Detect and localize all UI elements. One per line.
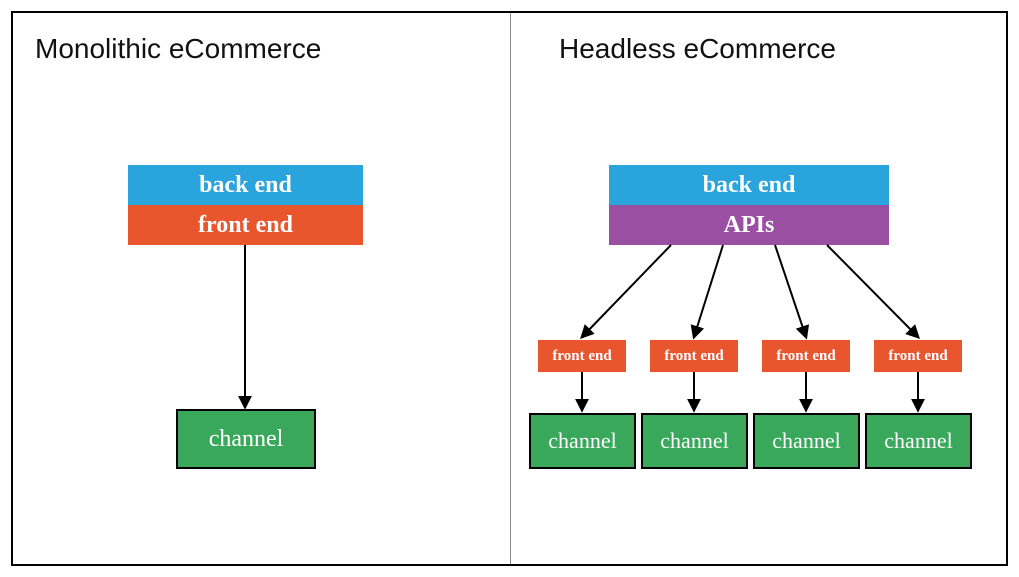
right-apis-box: APIs: [609, 205, 889, 245]
right-frontend-3: front end: [874, 340, 962, 372]
right-api-arrow-1: [694, 245, 723, 337]
right-title: Headless eCommerce: [559, 33, 836, 65]
left-backend-box: back end: [128, 165, 363, 205]
right-frontend-2: front end: [762, 340, 850, 372]
right-api-arrow-3: [827, 245, 918, 337]
left-channel-box: channel: [176, 409, 316, 469]
arrows-layer: [13, 13, 1010, 568]
left-title: Monolithic eCommerce: [35, 33, 321, 65]
right-channel-2: channel: [753, 413, 860, 469]
vertical-divider: [510, 13, 511, 564]
right-channel-0: channel: [529, 413, 636, 469]
right-api-arrow-0: [582, 245, 671, 337]
right-channel-1: channel: [641, 413, 748, 469]
right-backend-box: back end: [609, 165, 889, 205]
right-api-arrow-2: [775, 245, 806, 337]
right-channel-3: channel: [865, 413, 972, 469]
right-frontend-1: front end: [650, 340, 738, 372]
diagram-root: Monolithic eCommerce back end front end …: [0, 0, 1019, 577]
left-frontend-box: front end: [128, 205, 363, 245]
outer-frame: Monolithic eCommerce back end front end …: [11, 11, 1008, 566]
right-frontend-0: front end: [538, 340, 626, 372]
